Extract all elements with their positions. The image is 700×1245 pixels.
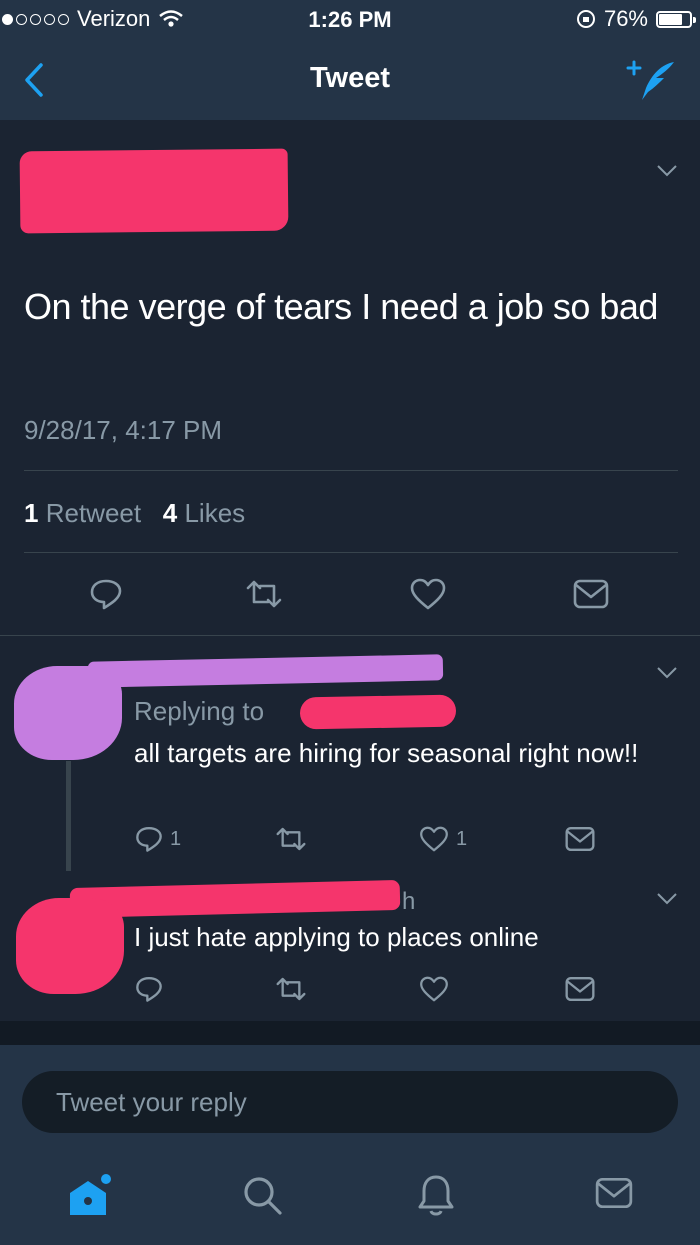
messages-icon[interactable]	[594, 1173, 634, 1213]
like-label[interactable]: Likes	[184, 498, 245, 528]
compose-tweet-icon[interactable]	[626, 58, 678, 102]
like-icon[interactable]	[418, 824, 450, 854]
reply-count: 1	[170, 827, 182, 850]
nav-bar: Tweet	[0, 40, 700, 120]
like-icon[interactable]	[418, 974, 450, 1004]
redacted-mention	[299, 694, 457, 730]
replies-thread: Replying to all targets are hiring for s…	[0, 636, 700, 1021]
tweet-text: On the verge of tears I need a job so ba…	[24, 286, 658, 327]
reply-icon[interactable]	[134, 974, 164, 1004]
retweet-icon[interactable]	[274, 824, 308, 854]
rotation-lock-icon	[576, 10, 595, 28]
like-count: 1	[456, 827, 468, 850]
chevron-down-icon[interactable]	[656, 164, 678, 178]
reply-icon[interactable]	[88, 576, 124, 612]
section-gap	[0, 1021, 700, 1045]
page-title: Tweet	[309, 62, 391, 94]
redacted-author	[19, 148, 289, 234]
reply-input[interactable]: Tweet your reply	[22, 1071, 678, 1133]
like-button[interactable]: 1	[418, 824, 467, 854]
tweet-timestamp: 9/28/17, 4:17 PM	[24, 415, 223, 445]
retweet-count[interactable]: 1	[24, 498, 38, 528]
direct-message-icon[interactable]	[564, 974, 596, 1004]
divider	[24, 470, 678, 471]
tweet-actions	[0, 576, 700, 616]
reply-button[interactable]: 1	[134, 824, 181, 854]
divider	[24, 552, 678, 553]
direct-message-icon[interactable]	[564, 824, 596, 854]
redacted-avatar	[14, 666, 122, 760]
chevron-down-icon[interactable]	[656, 666, 678, 680]
status-bar: Verizon 1:26 PM 76%	[0, 0, 700, 40]
reply-text: all targets are hiring for seasonal righ…	[134, 738, 639, 768]
reply-actions	[0, 974, 700, 1014]
reply-composer: Tweet your reply	[0, 1045, 700, 1155]
tab-bar	[0, 1155, 700, 1245]
retweet-icon[interactable]	[274, 974, 308, 1004]
tweet-detail: On the verge of tears I need a job so ba…	[0, 120, 700, 636]
home-icon[interactable]	[66, 1173, 112, 1219]
notifications-icon[interactable]	[416, 1173, 456, 1217]
battery-group: 76%	[576, 6, 696, 32]
redacted-reply-author	[87, 654, 444, 688]
reply-text: I just hate applying to places online	[134, 922, 539, 952]
reply-time: h	[402, 888, 416, 915]
reply-icon[interactable]	[134, 824, 164, 854]
engagement-counts: 1 Retweet 4 Likes	[24, 498, 245, 529]
replying-to-label: Replying to	[134, 696, 265, 726]
direct-message-icon[interactable]	[572, 576, 610, 612]
reply-actions: 1 1	[0, 824, 700, 864]
like-count[interactable]: 4	[163, 498, 177, 528]
chevron-down-icon[interactable]	[656, 892, 678, 906]
retweet-icon[interactable]	[244, 576, 284, 612]
retweet-label[interactable]: Retweet	[46, 498, 141, 528]
like-icon[interactable]	[408, 576, 448, 612]
battery-percent: 76%	[603, 6, 648, 31]
battery-icon	[656, 10, 696, 28]
search-icon[interactable]	[240, 1173, 284, 1217]
